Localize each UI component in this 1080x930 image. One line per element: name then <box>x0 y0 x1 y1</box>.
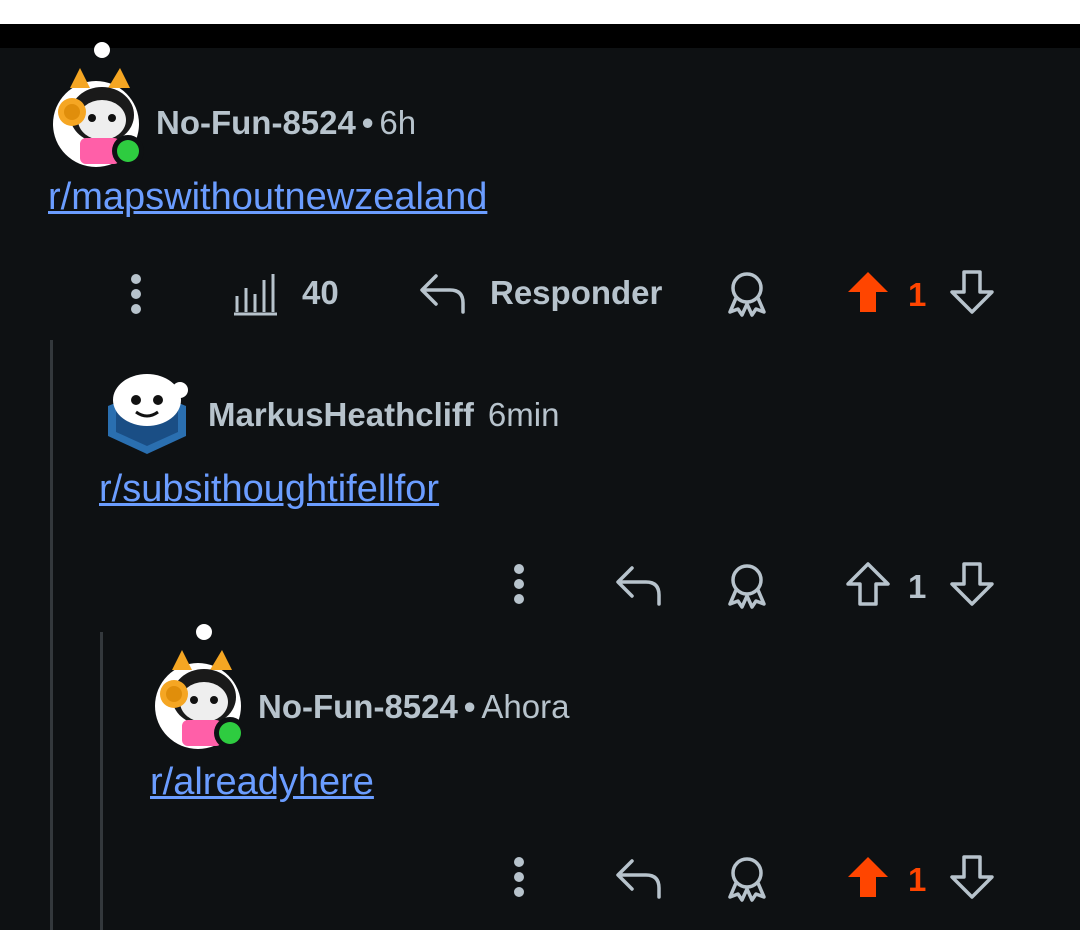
username[interactable]: No-Fun-8524 • Ahora <box>258 688 569 726</box>
views-count: 40 <box>302 274 339 311</box>
upvote-icon <box>846 562 890 606</box>
avatar[interactable] <box>106 370 188 461</box>
views-stat[interactable]: 40 <box>232 270 339 316</box>
award-icon <box>728 564 766 609</box>
vote-count: 1 <box>908 861 927 898</box>
username-text[interactable]: No-Fun-8524 <box>258 688 458 725</box>
upvote-filled-icon <box>848 857 888 897</box>
upvote-button[interactable] <box>844 560 892 608</box>
more-vertical-icon <box>131 274 141 314</box>
separator: • <box>361 104 374 141</box>
status-bar-white <box>0 0 1080 24</box>
username[interactable]: MarkusHeathcliff 6min <box>208 396 559 434</box>
downvote-button[interactable] <box>948 853 996 901</box>
reply-button[interactable] <box>614 855 664 901</box>
reply-label: Responder <box>490 274 663 311</box>
separator: • <box>463 688 476 725</box>
reply-icon <box>616 859 661 899</box>
avatar[interactable] <box>50 40 150 175</box>
downvote-button[interactable] <box>948 560 996 608</box>
vote-count: 1 <box>908 276 927 313</box>
award-icon <box>728 857 766 902</box>
award-button[interactable] <box>722 268 772 318</box>
timestamp: 6min <box>487 396 560 433</box>
username-text[interactable]: No-Fun-8524 <box>156 104 356 141</box>
subreddit-link[interactable]: r/subsithoughtifellfor <box>99 468 439 511</box>
reply-button[interactable]: Responder <box>418 270 662 316</box>
more-vertical-icon <box>514 857 524 897</box>
upvote-button[interactable] <box>844 853 892 901</box>
thread-line-2[interactable] <box>100 632 103 930</box>
thread-line-1[interactable] <box>50 340 53 930</box>
more-options-button[interactable] <box>124 273 148 315</box>
status-bar-black <box>0 24 1080 48</box>
more-options-button[interactable] <box>507 856 531 898</box>
subreddit-link[interactable]: r/alreadyhere <box>150 761 374 804</box>
timestamp: 6h <box>379 104 417 141</box>
award-button[interactable] <box>722 853 772 903</box>
downvote-button[interactable] <box>948 268 996 316</box>
timestamp: Ahora <box>481 688 570 725</box>
downvote-icon <box>950 562 994 606</box>
award-icon <box>728 272 766 317</box>
more-vertical-icon <box>514 564 524 604</box>
downvote-icon <box>950 855 994 899</box>
username[interactable]: No-Fun-8524 • 6h <box>156 104 416 142</box>
bar-chart-icon <box>234 274 277 316</box>
vote-count: 1 <box>908 568 927 605</box>
downvote-icon <box>950 270 994 314</box>
avatar[interactable] <box>152 622 252 757</box>
reply-icon <box>420 274 465 314</box>
reply-button[interactable] <box>614 562 664 608</box>
upvote-button[interactable] <box>844 268 892 316</box>
more-options-button[interactable] <box>507 563 531 605</box>
reply-icon <box>616 566 661 606</box>
username-text[interactable]: MarkusHeathcliff <box>208 396 474 433</box>
upvote-filled-icon <box>848 272 888 312</box>
award-button[interactable] <box>722 560 772 610</box>
subreddit-link[interactable]: r/mapswithoutnewzealand <box>48 176 487 219</box>
